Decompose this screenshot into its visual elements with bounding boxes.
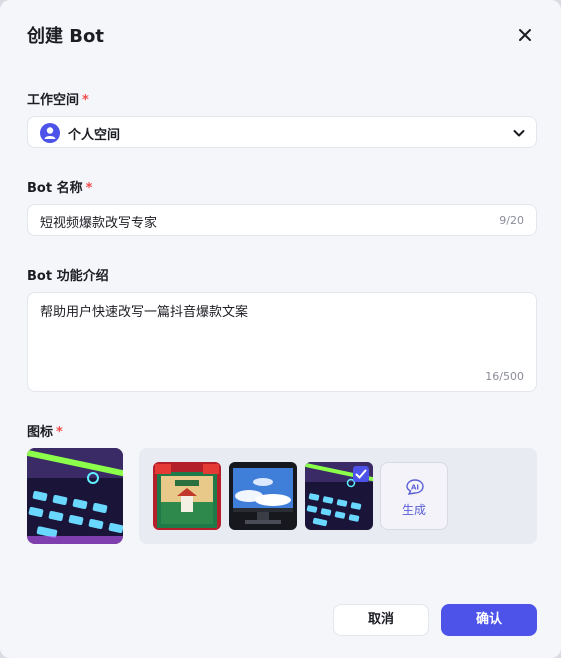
required-mark: * <box>56 425 63 440</box>
icon-label: 图标 * <box>27 421 63 440</box>
icon-label-text: 图标 <box>27 425 54 440</box>
close-icon[interactable] <box>512 22 538 48</box>
icon-option-neon-keyboard[interactable] <box>305 462 373 530</box>
required-mark: * <box>82 93 89 108</box>
selected-icon-preview <box>27 448 123 544</box>
bot-name-value: 短视频爆款改写专家 <box>40 216 158 231</box>
bot-intro-label: Bot 功能介绍 <box>27 269 109 284</box>
icon-picker: AI 生成 <box>139 448 537 544</box>
bot-name-label: Bot 名称 * <box>27 177 92 196</box>
bot-name-input[interactable]: 短视频爆款改写专家 9/20 <box>27 204 537 236</box>
bot-intro-textarea[interactable]: 帮助用户快速改写一篇抖音爆款文案 16/500 <box>27 292 537 392</box>
bot-name-counter: 9/20 <box>499 214 524 227</box>
required-mark: * <box>85 181 93 196</box>
ai-badge-text: AI <box>411 484 419 492</box>
workspace-label: 工作空间 * <box>27 89 89 108</box>
cancel-button[interactable]: 取消 <box>333 604 429 636</box>
icon-option-chinese-poster[interactable] <box>153 462 221 530</box>
ai-generate-label: 生成 <box>401 503 426 517</box>
confirm-button[interactable]: 确认 <box>441 604 537 636</box>
workspace-label-text: 工作空间 <box>27 93 80 108</box>
bot-name-label-text: Bot 名称 <box>27 181 83 196</box>
user-avatar-icon <box>40 123 60 143</box>
selected-check-icon <box>353 466 369 482</box>
workspace-select[interactable]: 个人空间 <box>27 116 537 148</box>
bot-intro-counter: 16/500 <box>485 370 524 383</box>
workspace-selected-value: 个人空间 <box>68 128 121 143</box>
bot-intro-value: 帮助用户快速改写一篇抖音爆款文案 <box>40 305 249 320</box>
create-bot-dialog: 创建 Bot 工作空间 * 个人空间 Bot 名称 * 短视频爆款改写专家 9/20… <box>0 0 561 658</box>
dialog-title: 创建 Bot <box>27 26 104 47</box>
icon-option-monitor-sky[interactable] <box>229 462 297 530</box>
ai-sparkle-icon: AI <box>406 479 424 495</box>
ai-generate-button[interactable]: AI 生成 <box>380 462 448 530</box>
chevron-down-icon <box>513 130 525 137</box>
